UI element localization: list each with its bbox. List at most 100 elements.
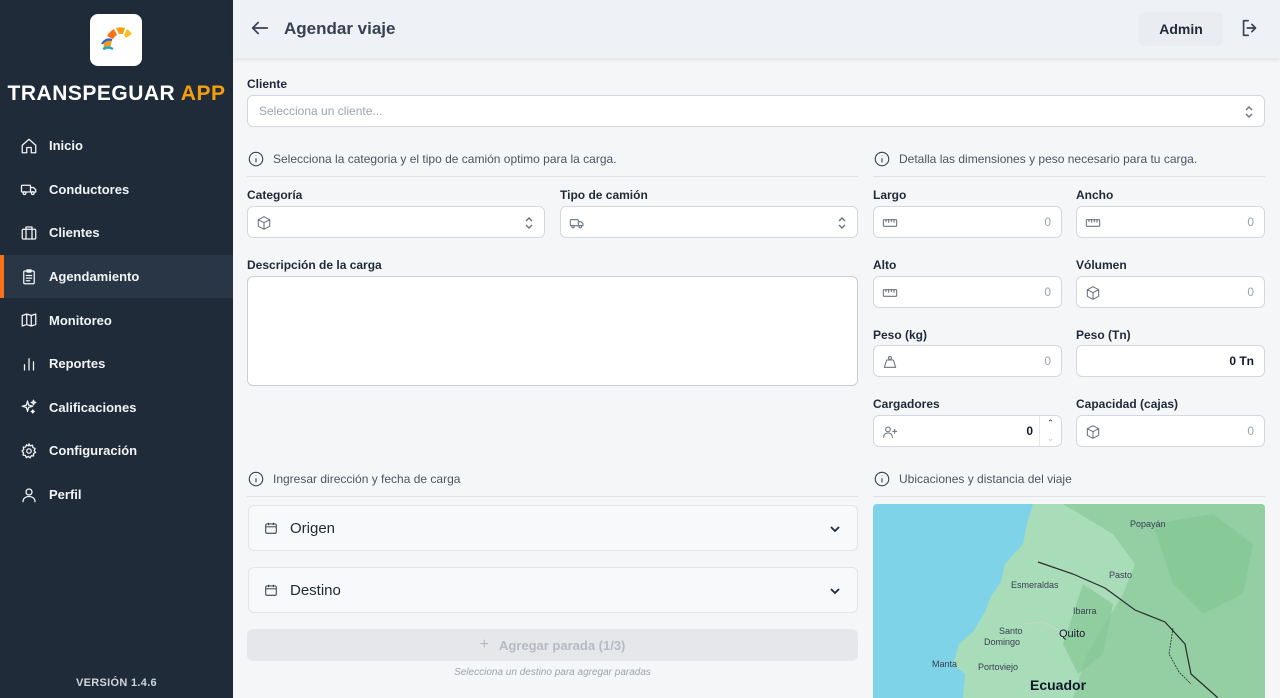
box-icon: [1085, 285, 1101, 301]
ancho-input[interactable]: 0: [1076, 206, 1265, 238]
ruler-icon: [882, 215, 898, 231]
sidebar: TRANSPEGUAR APP Inicio Conductores Clien…: [0, 0, 233, 698]
select-caret-icon: [524, 216, 534, 230]
plus-icon: +: [479, 636, 489, 653]
info-direccion-text: Ingresar dirección y fecha de carga: [273, 472, 461, 486]
map-label-popayan: Popayán: [1130, 519, 1166, 529]
sidebar-item-label: Inicio: [49, 138, 83, 154]
route-map[interactable]: Popayán Pasto Esmeraldas Ibarra Santo Do…: [873, 504, 1265, 698]
destino-accordion[interactable]: Destino: [248, 567, 858, 613]
truck-icon: [569, 215, 585, 231]
sidebar-item-conductores[interactable]: Conductores: [0, 168, 233, 212]
info-dimensiones-text: Detalla las dimensiones y peso necesario…: [899, 152, 1198, 166]
cliente-label: Cliente: [247, 77, 288, 91]
home-icon: [20, 137, 38, 155]
info-dimensiones: Detalla las dimensiones y peso necesario…: [873, 150, 1197, 168]
select-caret-icon: [1244, 105, 1254, 119]
bar-chart-icon: [20, 355, 38, 373]
weight-icon: [882, 354, 898, 370]
sidebar-item-label: Agendamiento: [49, 269, 140, 285]
cargadores-stepper[interactable]: 0 ⌃ ⌄: [873, 415, 1062, 447]
decrement-icon[interactable]: ⌄: [1040, 431, 1061, 446]
ruler-icon: [1085, 215, 1101, 231]
info-camion-text: Selecciona la categoria y el tipo de cam…: [273, 152, 617, 166]
divider: [247, 176, 858, 177]
briefcase-icon: [20, 224, 38, 242]
sidebar-item-label: Perfil: [49, 487, 82, 503]
cliente-placeholder: Selecciona un cliente...: [259, 104, 383, 118]
largo-input[interactable]: 0: [873, 206, 1062, 238]
sidebar-item-label: Calificaciones: [49, 399, 137, 415]
sidebar-item-perfil[interactable]: Perfil: [0, 473, 233, 517]
map-label-pasto: Pasto: [1109, 570, 1133, 580]
capacidad-input[interactable]: 0: [1076, 415, 1265, 447]
map-label-manta: Manta: [932, 659, 958, 669]
ruler-icon: [882, 285, 898, 301]
user-menu-button[interactable]: Admin: [1139, 12, 1223, 46]
origen-accordion[interactable]: Origen: [248, 505, 858, 551]
calendar-icon: [264, 583, 278, 597]
volumen-input[interactable]: 0: [1076, 276, 1265, 308]
alto-input[interactable]: 0: [873, 276, 1062, 308]
ancho-label: Ancho: [1076, 188, 1114, 202]
cliente-select[interactable]: Selecciona un cliente...: [247, 95, 1265, 127]
app-version: VERSIÓN 1.4.6: [76, 677, 157, 689]
box-icon: [1085, 424, 1101, 440]
peso-kg-label: Peso (kg): [873, 328, 928, 342]
map-label-portoviejo: Portoviejo: [978, 662, 1019, 672]
logo-icon: [101, 27, 132, 50]
peso-tn-input[interactable]: 0 Tn: [1076, 345, 1265, 377]
alto-label: Alto: [873, 258, 897, 272]
add-stop-button[interactable]: + Agregar parada (1/3): [247, 629, 858, 661]
sidebar-item-clientes[interactable]: Clientes: [0, 211, 233, 255]
sidebar-item-inicio[interactable]: Inicio: [0, 124, 233, 168]
chevron-down-icon: [829, 522, 841, 534]
capacidad-label: Capacidad (cajas): [1076, 397, 1179, 411]
logout-icon[interactable]: [1239, 17, 1261, 39]
sidebar-item-agendamiento[interactable]: Agendamiento: [0, 254, 233, 299]
truck-icon: [20, 180, 38, 198]
select-caret-icon: [837, 216, 847, 230]
increment-icon[interactable]: ⌃: [1040, 416, 1061, 431]
divider: [247, 496, 858, 497]
sidebar-item-label: Clientes: [49, 225, 100, 241]
peso-kg-value: 0: [1044, 354, 1051, 368]
largo-value: 0: [1044, 215, 1051, 229]
back-arrow-icon[interactable]: [249, 17, 271, 39]
sidebar-item-calificaciones[interactable]: Calificaciones: [0, 386, 233, 430]
page-title: Agendar viaje: [284, 19, 396, 38]
alto-value: 0: [1044, 285, 1051, 299]
info-ubicaciones-text: Ubicaciones y distancia del viaje: [899, 472, 1072, 486]
brand-accent: APP: [180, 82, 226, 105]
origen-label: Origen: [290, 519, 336, 537]
clipboard-icon: [20, 268, 38, 286]
peso-kg-input[interactable]: 0: [873, 345, 1062, 377]
categoria-label: Categoría: [247, 188, 303, 202]
brand-main: TRANSPEGUAR: [7, 82, 176, 105]
sidebar-item-monitoreo[interactable]: Monitoreo: [0, 298, 233, 342]
tipo-camion-select[interactable]: [560, 206, 858, 238]
info-ubicaciones: Ubicaciones y distancia del viaje: [873, 470, 1072, 488]
stepper-controls: ⌃ ⌄: [1039, 416, 1061, 446]
brand-title: TRANSPEGUAR APP: [0, 82, 233, 106]
info-direccion: Ingresar dirección y fecha de carga: [247, 470, 460, 488]
info-icon: [247, 150, 265, 168]
map-label-quito: Quito: [1059, 628, 1086, 640]
sidebar-item-label: Configuración: [49, 443, 138, 459]
box-icon: [256, 215, 272, 231]
calendar-icon: [264, 521, 278, 535]
sidebar-item-configuracion[interactable]: Configuración: [0, 429, 233, 473]
peso-tn-value: 0 Tn: [1229, 354, 1254, 368]
add-stop-label: Agregar parada (1/3): [498, 637, 626, 653]
descripcion-textarea[interactable]: [247, 276, 858, 386]
app-logo[interactable]: [90, 14, 142, 66]
ancho-value: 0: [1247, 215, 1254, 229]
gear-icon: [20, 442, 38, 460]
sidebar-item-label: Reportes: [49, 356, 106, 372]
sidebar-item-reportes[interactable]: Reportes: [0, 342, 233, 386]
map-label-ecuador: Ecuador: [1030, 677, 1087, 693]
tipo-camion-label: Tipo de camión: [560, 188, 648, 202]
divider: [873, 496, 1265, 497]
categoria-select[interactable]: [247, 206, 545, 238]
peso-tn-label: Peso (Tn): [1076, 328, 1131, 342]
